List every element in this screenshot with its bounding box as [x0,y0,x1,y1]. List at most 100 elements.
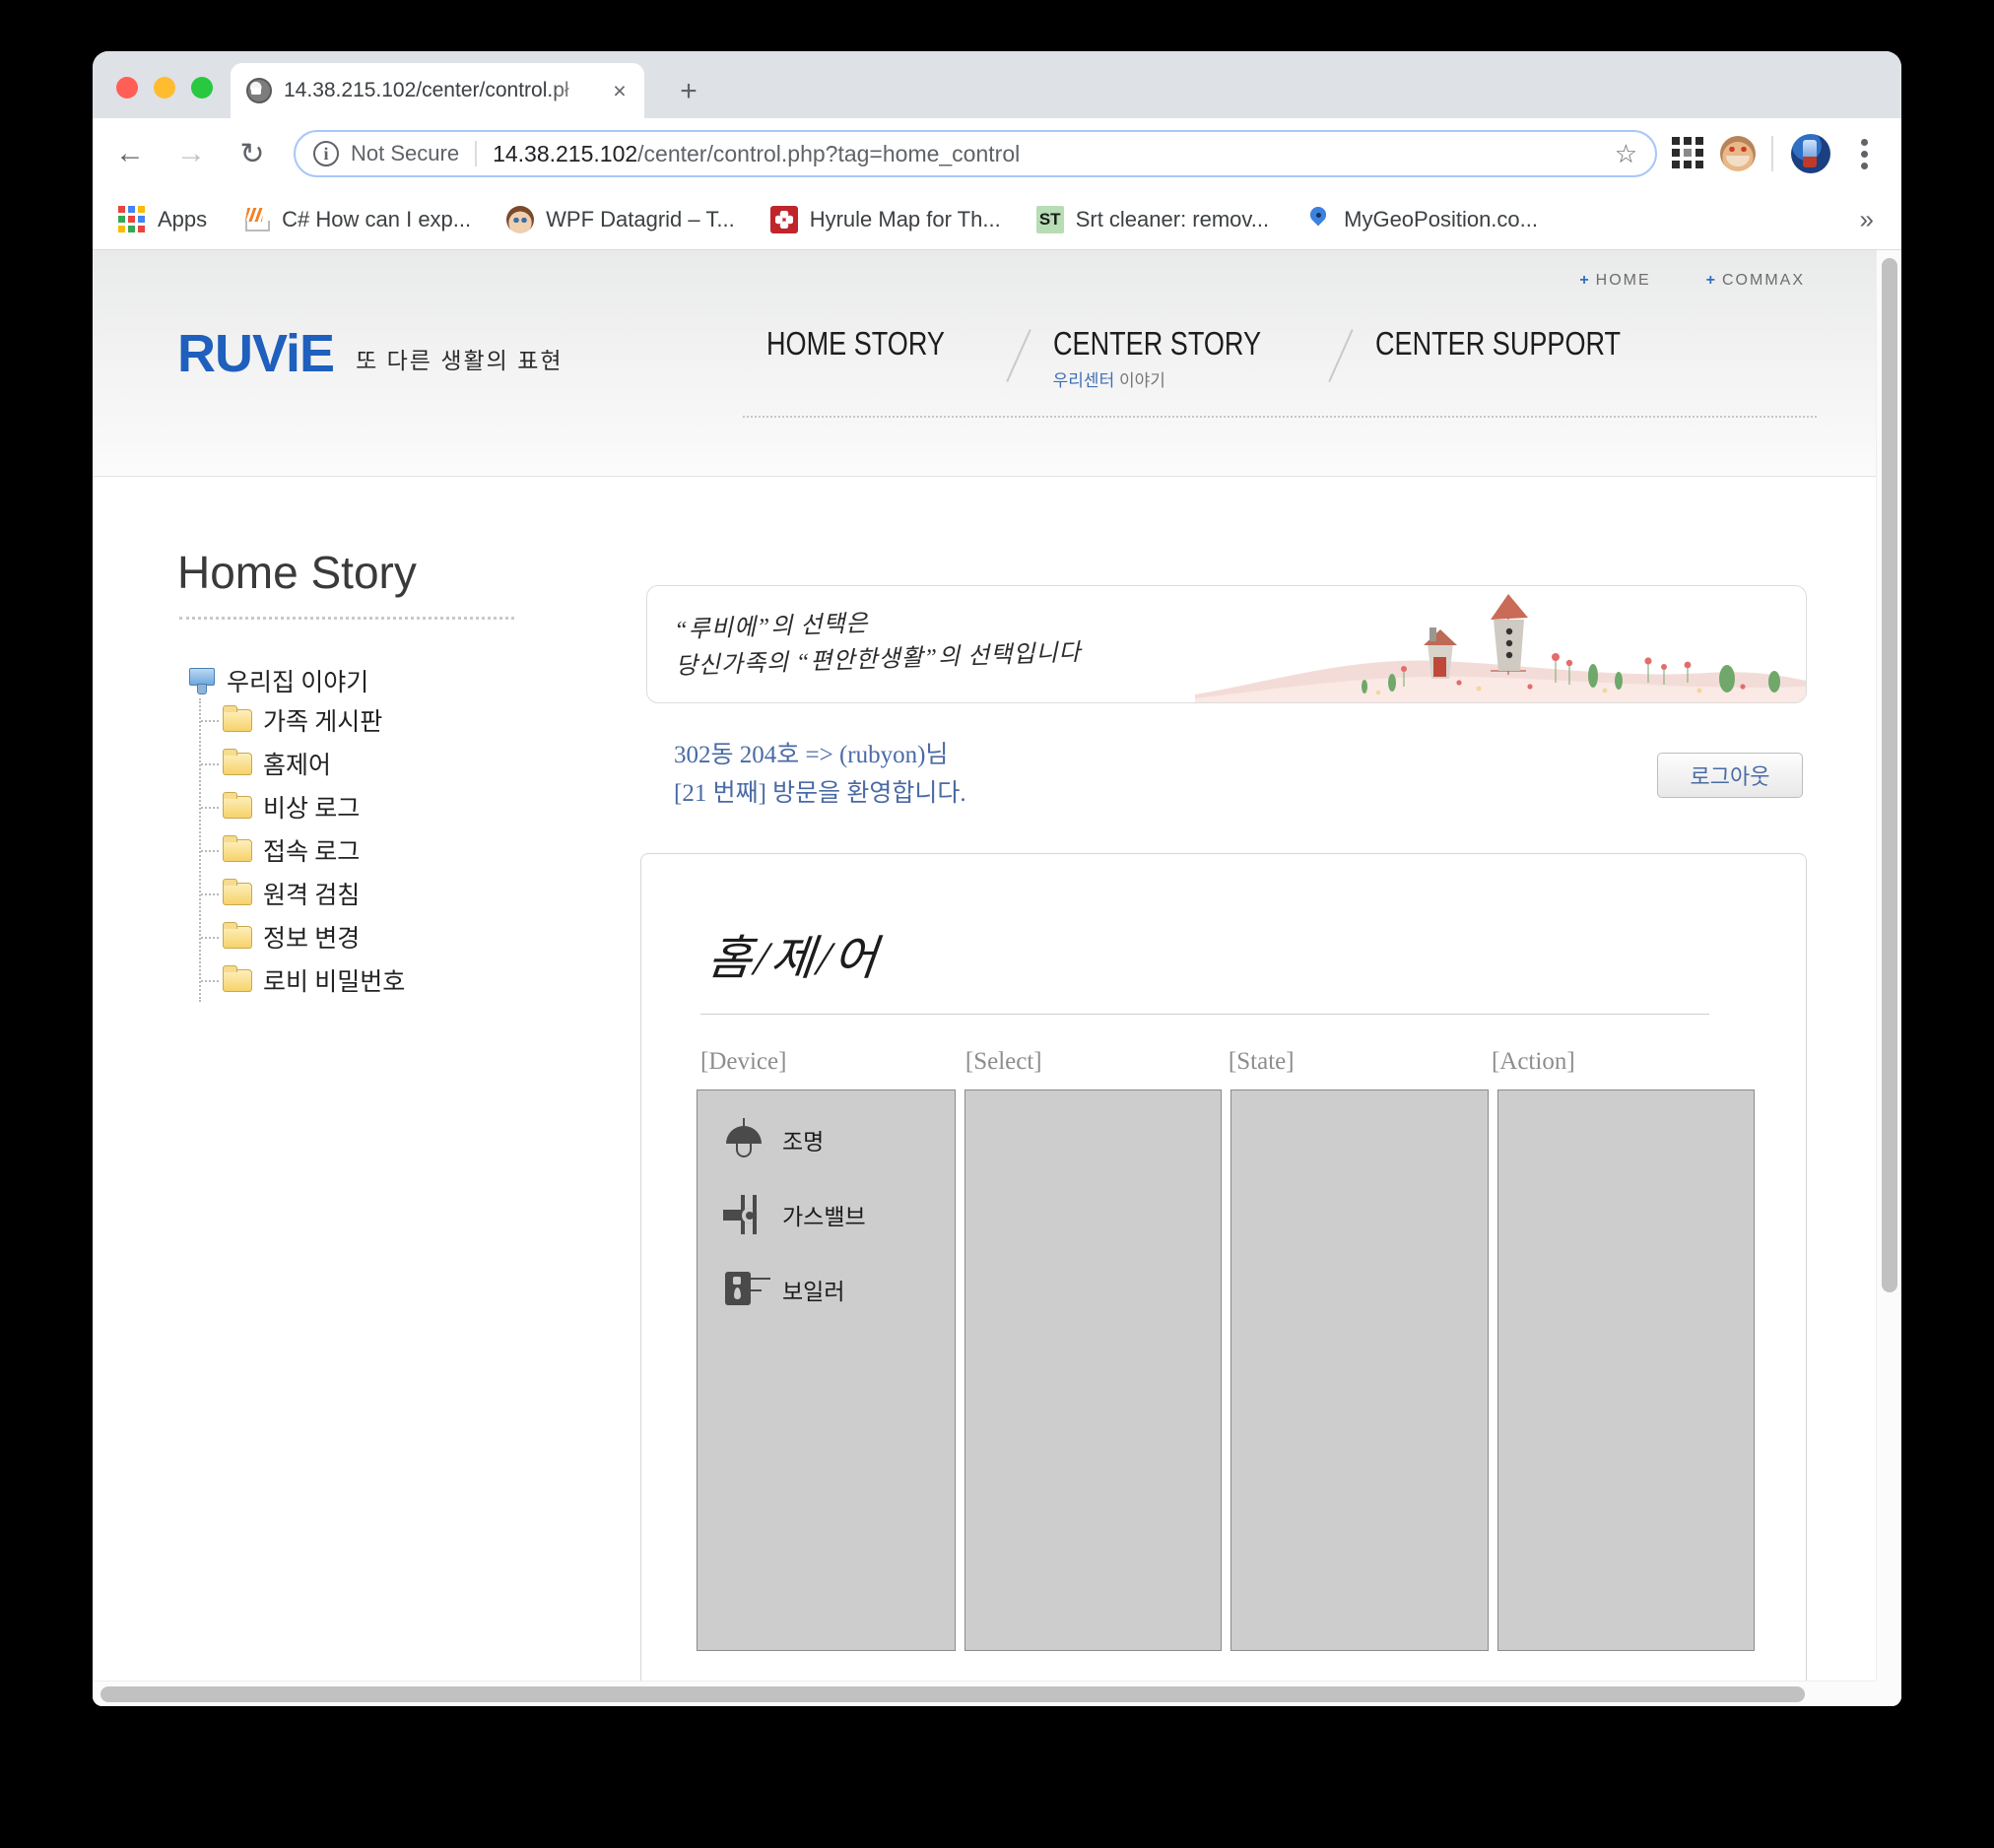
sidebar-item-lobby-password[interactable]: 로비 비밀번호 [201,958,585,1002]
welcome-line-1: 302동 204호 => (rubyon)님 [674,737,966,775]
folder-icon [223,709,252,732]
folder-icon [223,926,252,949]
window-minimize-button[interactable] [154,77,175,99]
device-row-boiler[interactable]: 보일러 [723,1268,955,1311]
toplink-home[interactable]: +HOME [1579,272,1650,290]
sidebar-tree-children: 가족 게시판 홈제어 비상 로그 [199,698,585,1002]
plus-icon: + [1579,272,1590,289]
sidebar-item-home-control[interactable]: 홈제어 [201,742,585,785]
browser-tab[interactable]: 14.38.215.102/center/control.pł × [231,63,644,118]
nav-home-story[interactable]: HOME STORY [733,325,1018,363]
gas-valve-icon [723,1193,764,1236]
nav-sublabel: 우리센터 이야기 [1053,366,1306,391]
stackoverflow-icon [242,206,270,233]
nav-label: HOME STORY [766,325,945,363]
horizontal-scrollbar[interactable] [93,1681,1901,1706]
forward-icon[interactable]: → [167,130,215,177]
welcome-message: 302동 204호 => (rubyon)님 [21 번째] 방문을 환영합니다… [674,737,966,814]
control-columns: 조명 가스밸브 보일러 [697,1089,1755,1651]
bookmark-wpf-datagrid[interactable]: WPF Datagrid – T... [506,206,735,233]
logout-button[interactable]: 로그아웃 [1657,753,1803,798]
site-logo[interactable]: RUViE 또 다른 생활의 표현 [177,327,564,380]
sidebar-item-access-log[interactable]: 접속 로그 [201,828,585,872]
sidebar-item-change-info[interactable]: 정보 변경 [201,915,585,958]
lamp-icon [723,1118,764,1161]
sidebar-item-root[interactable]: 우리집 이야기 [187,663,585,698]
state-box[interactable] [1230,1089,1488,1651]
nav-divider [743,416,1817,418]
promo-text: “루비에”의 선택은 당신가족의 “편안한생활”의 선택입니다 [674,599,1082,687]
sidebar-item-emergency-log[interactable]: 비상 로그 [201,785,585,828]
nav-center-story[interactable]: CENTER STORY 우리센터 이야기 [1020,325,1340,391]
new-tab-button[interactable]: + [668,73,709,112]
browser-menu-icon[interactable] [1846,136,1882,171]
nav-sublabel-grey: 이야기 [1119,371,1165,390]
device-label: 보일러 [782,1273,844,1306]
sidebar-item-label: 로비 비밀번호 [263,962,405,998]
tab-strip: 14.38.215.102/center/control.pł × + [93,51,1901,118]
home-control-panel: 홈/제/어 [Device] [Select] [State] [Action] [640,853,1807,1681]
scrollbar-corner [1876,1681,1901,1706]
bookmark-star-icon[interactable]: ☆ [1601,139,1637,169]
bookmarks-overflow-icon[interactable]: » [1860,204,1874,234]
device-row-gas-valve[interactable]: 가스밸브 [723,1193,955,1236]
site-header: +HOME + COMMAX RUViE 또 다른 생활의 표현 HOME STO… [93,250,1876,477]
extensions-grid-icon[interactable] [1671,137,1704,170]
boiler-icon [723,1268,764,1311]
sidebar: Home Story 우리집 이야기 가족 게시판 [93,477,585,1002]
bookmark-srt-cleaner[interactable]: ST Srt cleaner: remov... [1036,206,1269,233]
logo-tagline: 또 다른 생활의 표현 [356,342,563,380]
address-bar[interactable]: i Not Secure 14.38.215.102/center/contro… [294,130,1657,177]
back-icon[interactable]: ← [106,130,154,177]
close-icon[interactable]: × [607,78,632,103]
bookmark-mygeoposition[interactable]: MyGeoPosition.co... [1304,206,1538,233]
avatar-icon [506,206,534,233]
security-status-label: Not Secure [351,141,459,166]
sidebar-item-family-board[interactable]: 가족 게시판 [201,698,585,742]
monkey-extension-icon[interactable] [1720,136,1756,171]
bookmark-label: C# How can I exp... [282,207,471,232]
toplink-label: COMMAX [1722,272,1805,289]
column-header-device: [Device] [700,1048,965,1076]
vertical-scrollbar-thumb[interactable] [1882,258,1897,1292]
nav-label: CENTER SUPPORT [1375,325,1621,363]
folder-icon [223,796,252,819]
nav-sublabel-blue: 우리센터 [1053,371,1115,390]
bookmark-label: Hyrule Map for Th... [810,207,1001,232]
profile-avatar[interactable] [1791,134,1830,173]
bookmark-stackoverflow[interactable]: C# How can I exp... [242,206,471,233]
apps-grid-icon [118,206,146,233]
nav-center-support[interactable]: CENTER SUPPORT [1342,325,1708,363]
bookmark-hyrule-map[interactable]: Hyrule Map for Th... [770,206,1001,233]
device-row-light[interactable]: 조명 [723,1118,955,1161]
horizontal-scrollbar-thumb[interactable] [100,1686,1805,1702]
bookmark-label: MyGeoPosition.co... [1344,207,1538,232]
sidebar-item-remote-meter[interactable]: 원격 검침 [201,872,585,915]
window-close-button[interactable] [116,77,138,99]
sidebar-item-label: 정보 변경 [263,919,360,955]
plus-icon: + [1706,272,1717,289]
bookmark-label: WPF Datagrid – T... [546,207,735,232]
url-text: 14.38.215.102/center/control.php?tag=hom… [493,141,1020,167]
nav-label: CENTER STORY [1053,325,1261,363]
action-box[interactable] [1497,1089,1755,1651]
logo-wordmark: RUViE [177,327,334,380]
window-maximize-button[interactable] [191,77,213,99]
hyrule-icon [770,206,798,233]
column-headers: [Device] [Select] [State] [Action] [700,1048,1755,1076]
folder-icon [223,753,252,775]
sidebar-item-label: 홈제어 [263,746,331,781]
vertical-scrollbar[interactable] [1876,250,1901,1681]
main-navigation: HOME STORY CENTER STORY 우리센터 이야기 CENTER … [733,325,1817,391]
welcome-line-2: [21 번째] 방문을 환영합니다. [674,775,966,814]
globe-favicon-icon [246,78,272,103]
page-title: Home Story [177,546,585,599]
web-page: +HOME + COMMAX RUViE 또 다른 생활의 표현 HOME STO… [93,250,1876,1681]
select-box[interactable] [964,1089,1222,1651]
bookmark-apps[interactable]: Apps [118,206,207,233]
sidebar-tree: 우리집 이야기 가족 게시판 홈제어 [187,663,585,1002]
reload-icon[interactable]: ↻ [229,130,276,177]
info-icon[interactable]: i [313,141,339,166]
toplink-commax[interactable]: + COMMAX [1706,272,1805,290]
column-header-state: [State] [1229,1048,1492,1076]
